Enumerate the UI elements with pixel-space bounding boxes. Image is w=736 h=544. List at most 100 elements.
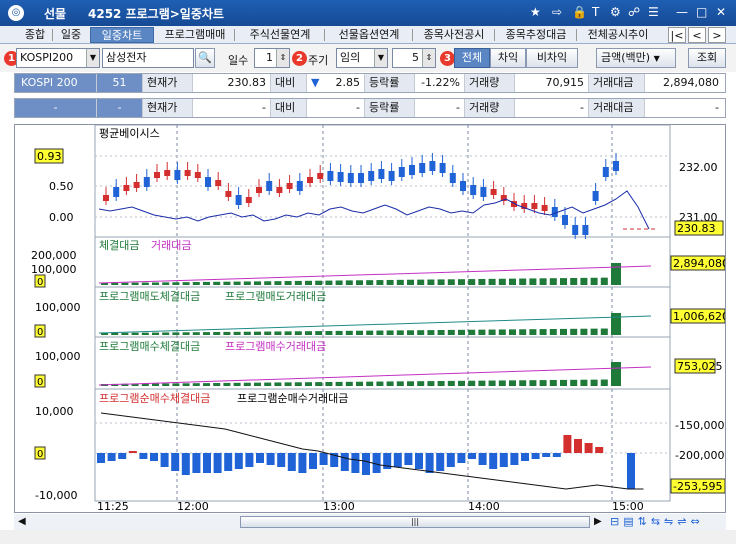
- p2-bar: [356, 280, 363, 285]
- p3-bar: [549, 329, 557, 335]
- p5-bar: [552, 453, 561, 457]
- chart-scrollbar[interactable]: ◀ ||| ▶ ⊟▤⇅⇆⇋⇌⇔: [14, 514, 726, 530]
- search-button[interactable]: 🔍: [195, 48, 215, 68]
- p2-bar: [458, 279, 465, 285]
- p3-bar: [294, 331, 302, 335]
- period-n-stepper[interactable]: 5 ⇕: [392, 48, 436, 68]
- p5-bar: [277, 453, 286, 467]
- p5-bar: [319, 453, 328, 465]
- lock-icon[interactable]: 🔒: [572, 5, 587, 19]
- scroll-right-icon[interactable]: ▶: [594, 516, 602, 527]
- p2-bar: [386, 279, 394, 285]
- p3-bar: [396, 330, 404, 335]
- scroll-thumb[interactable]: |||: [240, 516, 590, 528]
- rate-label: 등락률: [365, 74, 415, 92]
- period-label: 주기: [308, 54, 329, 67]
- query-button[interactable]: 조회: [688, 48, 726, 68]
- p5-bar: [584, 443, 593, 453]
- p1-left-tick-1: 0.50: [49, 180, 74, 193]
- p4-bar: [192, 383, 200, 386]
- minimize-icon[interactable]: —: [676, 5, 688, 19]
- scroll-left-icon[interactable]: ◀: [18, 516, 26, 527]
- p2-bar: [284, 281, 292, 285]
- p3-bar: [580, 328, 588, 335]
- p3-bar: [335, 330, 343, 335]
- cur2-value: -: [193, 99, 271, 117]
- list-icon[interactable]: ☰: [648, 5, 659, 19]
- stock-input[interactable]: 삼성전자: [102, 48, 194, 68]
- export-icon[interactable]: ⇨: [552, 5, 562, 19]
- p3-bar: [203, 332, 210, 335]
- p2-bar: [315, 280, 323, 285]
- tab-stock-futures[interactable]: 주식선물연계: [238, 27, 322, 43]
- tab-futures-options[interactable]: 선물옵션연계: [328, 27, 410, 43]
- p3-legend-b: 프로그램매도거래대금: [225, 290, 326, 303]
- amount-unit-select[interactable]: 금액(백만) ▼: [596, 48, 676, 68]
- view-arbitrage-button[interactable]: 차익: [490, 48, 526, 68]
- p4-bar: [233, 382, 241, 386]
- p4-bar: [335, 381, 343, 386]
- stepper-icon[interactable]: ⇕: [422, 49, 435, 67]
- p5-bar: [446, 453, 455, 467]
- p1-left-tick-0: 0.93: [37, 150, 62, 163]
- index-name: KOSPI 200: [15, 74, 97, 92]
- link-icon[interactable]: ☍: [628, 5, 640, 19]
- chevron-down-icon: ▼: [374, 49, 387, 67]
- stepper-icon[interactable]: ⇕: [276, 49, 289, 67]
- view-non-arbitrage-button[interactable]: 비차익: [526, 48, 578, 68]
- candle-body: [582, 225, 589, 235]
- p2-bar: [192, 282, 200, 285]
- p5-bar: [457, 453, 466, 463]
- p4-bar: [366, 381, 374, 386]
- period-select[interactable]: 임의 ▼: [336, 48, 388, 68]
- p3-bar: [498, 329, 506, 335]
- p3-bar: [447, 329, 455, 335]
- tab-pre-disclosure[interactable]: 종목사전공시: [416, 27, 492, 43]
- chg2-label: 대비: [271, 99, 307, 117]
- candle-body: [235, 195, 242, 205]
- p3-bar: [325, 331, 333, 335]
- x-tick-4: 15:00: [612, 500, 644, 512]
- vol2-value: -: [515, 99, 589, 117]
- p5-left-tick-0: 10,000: [35, 405, 74, 418]
- candle-body: [358, 173, 364, 183]
- close-icon[interactable]: ✕: [716, 5, 726, 19]
- p1-right-highlight: 230.83: [677, 222, 716, 235]
- star-icon[interactable]: ★: [530, 5, 541, 19]
- p4-bar: [560, 379, 567, 386]
- p3-bar: [192, 332, 200, 335]
- tab-scroll-left-icon[interactable]: <: [688, 27, 706, 43]
- p2-bar: [274, 281, 282, 285]
- tab-intraday-chart[interactable]: 일중차트: [90, 27, 154, 43]
- chart-tools-icon[interactable]: ⊟▤⇅⇆⇋⇌⇔: [610, 515, 704, 528]
- tab-disclosure-trend[interactable]: 전체공시추이: [580, 27, 656, 43]
- market-select[interactable]: KOSPI200 ▼: [16, 48, 100, 68]
- candle-body: [337, 172, 344, 182]
- view-all-button[interactable]: 전체: [454, 48, 490, 68]
- tab-summary[interactable]: 종합: [20, 27, 50, 43]
- settings-icon[interactable]: ⚙: [610, 5, 621, 19]
- candle-body: [368, 171, 375, 181]
- p5-bar: [150, 453, 158, 461]
- info-row-1: KOSPI 200 51 현재가 230.83 대비 ▼ 2.85 등락률 -1.…: [14, 73, 726, 93]
- maximize-icon[interactable]: □: [696, 5, 707, 19]
- p4-bar: [417, 381, 425, 386]
- chg-number: 2.85: [335, 76, 361, 89]
- chart-area[interactable]: 평균베이시스 0.93 0.50 0.00 232.00 231.00 230.…: [14, 124, 726, 513]
- tab-intraday[interactable]: 일중: [56, 27, 86, 43]
- tab-estimated-amount[interactable]: 종목추정대금: [498, 27, 574, 43]
- p3-bar: [254, 331, 261, 335]
- chg2-value: -: [307, 99, 365, 117]
- p5-bar: [139, 453, 148, 459]
- tab-scroll-right-icon[interactable]: >: [708, 27, 726, 43]
- days-stepper[interactable]: 1 ⇕: [254, 48, 290, 68]
- p5-bar: [404, 453, 413, 465]
- font-icon[interactable]: T: [592, 5, 599, 19]
- p5-bar: [128, 451, 137, 453]
- candle-body: [133, 182, 140, 188]
- p5-bar: [181, 453, 190, 475]
- tab-scroll-first-icon[interactable]: |<: [668, 27, 686, 43]
- p4-bar: [478, 380, 486, 386]
- tab-program-trade[interactable]: 프로그램매매: [158, 27, 232, 43]
- candle-body: [449, 173, 456, 183]
